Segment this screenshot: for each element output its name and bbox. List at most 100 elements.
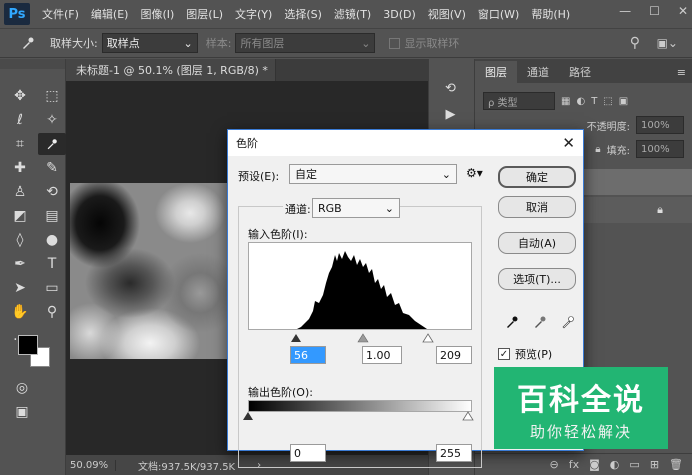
menu-help[interactable]: 帮助(H) <box>525 6 576 22</box>
gear-icon[interactable]: ⚙▾ <box>466 166 483 180</box>
menu-filter[interactable]: 滤镜(T) <box>328 6 377 22</box>
filter-shape-icon[interactable]: ⬚ <box>603 96 612 107</box>
menu-window[interactable]: 窗口(W) <box>472 6 525 22</box>
eyedropper-tool-preset[interactable] <box>14 32 42 54</box>
close-icon[interactable]: ✕ <box>562 134 575 152</box>
fill-field[interactable]: 100% <box>636 140 684 158</box>
group-icon[interactable]: ▭ <box>629 458 639 471</box>
menu-type[interactable]: 文字(Y) <box>229 6 278 22</box>
opacity-field[interactable]: 100% <box>636 116 684 134</box>
sample-size-select[interactable]: 取样点 ⌄ <box>101 33 198 53</box>
adjustment-layer-icon[interactable]: ◐ <box>610 458 620 471</box>
pen-tool-icon[interactable]: ✒ <box>6 253 34 275</box>
output-white-field[interactable]: 255 <box>436 444 472 462</box>
fx-icon[interactable]: fx <box>569 458 579 471</box>
history-brush-tool-icon[interactable]: ⟲ <box>38 181 66 203</box>
tab-paths[interactable]: 路径 <box>559 61 601 83</box>
layer-filter-select[interactable]: ρ 类型 <box>483 92 555 110</box>
menu-view[interactable]: 视图(V) <box>422 6 472 22</box>
white-eyedropper-icon[interactable] <box>560 314 576 330</box>
preview-checkbox[interactable]: ✓ <box>498 348 510 360</box>
minimize-button[interactable]: — <box>619 4 631 18</box>
blur-tool-icon[interactable]: ◊ <box>6 229 34 251</box>
input-levels-label: 输入色阶(I): <box>248 228 308 241</box>
chevron-down-icon: ⌄ <box>441 167 451 181</box>
actions-panel-icon[interactable]: ▶ <box>438 103 464 125</box>
search-icon[interactable]: ⚲ <box>630 35 640 51</box>
black-eyedropper-icon[interactable] <box>504 314 520 330</box>
input-gamma-field[interactable]: 1.00 <box>362 346 402 364</box>
sample-size-value: 取样点 <box>106 37 140 50</box>
show-ring-checkbox[interactable] <box>389 37 401 49</box>
eyedropper-pickers <box>504 314 576 330</box>
fill-value: 100% <box>641 143 670 155</box>
cancel-button[interactable]: 取消 <box>498 196 576 218</box>
output-slider[interactable] <box>242 410 478 422</box>
crop-tool-icon[interactable]: ⌗ <box>6 133 34 155</box>
ok-button[interactable]: 确定 <box>498 166 576 188</box>
input-black-field[interactable]: 56 <box>290 346 326 364</box>
path-selection-tool-icon[interactable]: ➤ <box>6 277 34 299</box>
document-tab[interactable]: 未标题-1 @ 50.1% (图层 1, RGB/8) * <box>66 59 276 81</box>
panel-grip[interactable] <box>0 59 65 69</box>
auto-button[interactable]: 自动(A) <box>498 232 576 254</box>
menu-3d[interactable]: 3D(D) <box>377 8 422 21</box>
new-layer-icon[interactable]: ⊞ <box>650 458 659 471</box>
panel-menu-icon[interactable]: ≡ <box>671 66 692 83</box>
filter-smart-icon[interactable]: ▣ <box>619 96 628 107</box>
input-slider-handles <box>291 333 434 343</box>
filter-image-icon[interactable]: ▦ <box>561 96 570 107</box>
input-black-value: 56 <box>294 348 308 362</box>
gray-eyedropper-icon[interactable] <box>532 314 548 330</box>
workspace-icon[interactable]: ▣⌄ <box>657 36 678 50</box>
menu-select[interactable]: 选择(S) <box>278 6 328 22</box>
menu-image[interactable]: 图像(I) <box>134 6 180 22</box>
mask-icon[interactable]: ◙ <box>589 458 600 471</box>
tab-channels[interactable]: 通道 <box>517 61 559 83</box>
clone-stamp-tool-icon[interactable]: ♙ <box>6 181 34 203</box>
close-window-button[interactable]: ✕ <box>678 4 688 18</box>
maximize-button[interactable]: ☐ <box>649 4 660 18</box>
dialog-titlebar[interactable]: 色阶 ✕ <box>228 130 583 156</box>
preset-select[interactable]: 自定 ⌄ <box>289 164 457 184</box>
tab-layers[interactable]: 图层 <box>475 61 517 83</box>
gradient-tool-icon[interactable]: ▤ <box>38 205 66 227</box>
delete-layer-icon[interactable]: 🗑︎ <box>669 458 683 471</box>
output-white-handle <box>462 411 474 421</box>
screen-mode-icon[interactable]: ▣ <box>8 401 36 423</box>
output-black-field[interactable]: 0 <box>290 444 326 462</box>
menu-layer[interactable]: 图层(L) <box>180 6 229 22</box>
menu-edit[interactable]: 编辑(E) <box>85 6 135 22</box>
preview-option[interactable]: ✓ 预览(P) <box>498 346 552 362</box>
foreground-color-swatch[interactable] <box>18 335 38 355</box>
zoom-tool-icon[interactable]: ⚲ <box>38 301 66 323</box>
link-layers-icon[interactable]: ⊖ <box>550 458 559 471</box>
input-white-field[interactable]: 209 <box>436 346 472 364</box>
sample-select[interactable]: 所有图层 ⌄ <box>235 33 376 53</box>
magic-wand-tool-icon[interactable]: ✧ <box>38 109 66 131</box>
move-tool-icon[interactable]: ✥ <box>6 85 34 107</box>
healing-brush-tool-icon[interactable]: ✚ <box>6 157 34 179</box>
rectangle-tool-icon[interactable]: ▭ <box>38 277 66 299</box>
brush-tool-icon[interactable]: ✎ <box>38 157 66 179</box>
quick-mask-icon[interactable]: ◎ <box>8 377 36 399</box>
lock-icon[interactable]: 🔒︎ <box>595 144 600 155</box>
lasso-tool-icon[interactable]: ℓ <box>6 109 34 131</box>
channel-value: RGB <box>318 201 342 215</box>
hand-tool-icon[interactable]: ✋ <box>6 301 34 323</box>
zoom-level[interactable]: 50.09% <box>66 459 116 471</box>
options-button[interactable]: 选项(T)... <box>498 268 576 290</box>
type-tool-icon[interactable]: T <box>38 253 66 275</box>
histogram <box>248 242 472 330</box>
filter-type-icon[interactable]: T <box>591 96 597 107</box>
menu-file[interactable]: 文件(F) <box>36 6 85 22</box>
filter-adjust-icon[interactable]: ◐ <box>576 96 585 107</box>
output-black-value: 0 <box>294 446 301 460</box>
eyedropper-tool-icon[interactable] <box>38 133 66 155</box>
eraser-tool-icon[interactable]: ◩ <box>6 205 34 227</box>
channel-select[interactable]: RGB ⌄ <box>312 198 400 218</box>
dodge-tool-icon[interactable]: ● <box>38 229 66 251</box>
marquee-tool-icon[interactable]: ⬚ <box>38 85 66 107</box>
input-slider[interactable] <box>248 332 472 344</box>
history-panel-icon[interactable]: ⟲ <box>438 77 464 99</box>
